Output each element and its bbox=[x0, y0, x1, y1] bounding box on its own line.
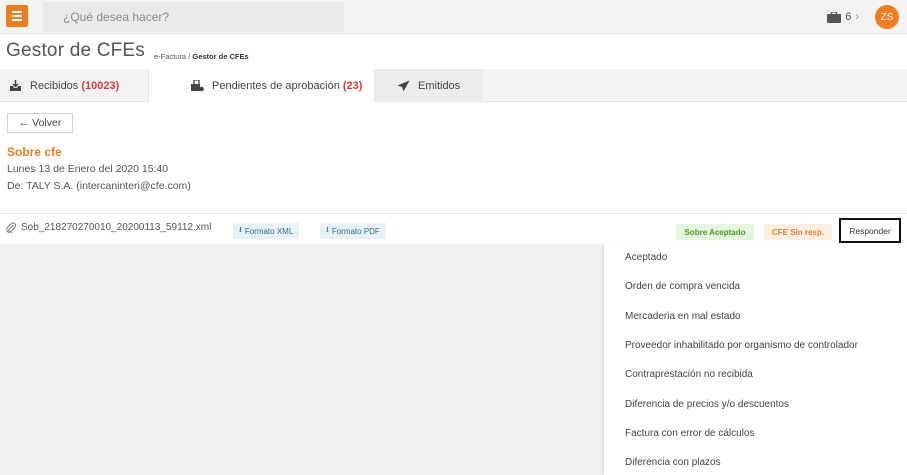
download-icon: ⭳ bbox=[239, 225, 242, 234]
tab-bar: Recibidos (10023) Pendientes de aprobació… bbox=[0, 69, 907, 103]
dropdown-item-aceptado[interactable]: Aceptado bbox=[604, 243, 907, 272]
back-button-label: Volver bbox=[32, 117, 62, 129]
dropdown-item-mercaderia-mal-estado[interactable]: Mercaderia en mal estado bbox=[604, 302, 907, 331]
dropdown-item-proveedor-inhabilitado[interactable]: Proveedor inhabilitado por organismo de … bbox=[604, 331, 907, 360]
tab-pendientes-label: Pendientes de aprobación bbox=[212, 80, 340, 92]
briefcase-button[interactable]: 6 › bbox=[827, 11, 859, 23]
dropdown-item-contraprestacion[interactable]: Contraprestación no recibida bbox=[604, 360, 907, 389]
top-bar: 6 › ZS bbox=[0, 0, 907, 34]
back-button[interactable]: ← Volver bbox=[7, 113, 73, 133]
breadcrumb: e-Factura / Gestor de CFEs bbox=[154, 52, 249, 61]
download-icon: ⭳ bbox=[326, 225, 329, 234]
paper-plane-icon bbox=[397, 80, 410, 91]
tab-pendientes-count: (23) bbox=[342, 80, 363, 92]
search-box[interactable] bbox=[43, 2, 344, 32]
dropdown-item-diferencia-plazos[interactable]: Diferencia con plazos bbox=[604, 448, 907, 475]
paperclip-icon bbox=[6, 222, 16, 233]
download-xml-button[interactable]: ⭳ Formato XML bbox=[233, 223, 300, 239]
page-title: Gestor de CFEs bbox=[6, 40, 146, 61]
download-xml-label: Formato XML bbox=[244, 226, 294, 236]
tab-recibidos[interactable]: Recibidos (10023) bbox=[0, 69, 133, 102]
topbar-right: 6 › ZS bbox=[827, 5, 899, 29]
sobre-sender: De: TALY S.A. (intercaninteri@cfe.com) bbox=[7, 180, 191, 192]
dropdown-item-orden-vencida[interactable]: Orden de compra vencida bbox=[604, 272, 907, 301]
divider bbox=[0, 213, 907, 214]
breadcrumb-current: Gestor de CFEs bbox=[192, 52, 249, 61]
tab-recibidos-count: (10023) bbox=[81, 79, 120, 92]
briefcase-icon bbox=[827, 11, 842, 23]
sobre-date: Lunes 13 de Enero del 2020 15:40 bbox=[7, 163, 169, 175]
download-pdf-label: Formato PDF bbox=[331, 226, 380, 236]
pending-approval-icon bbox=[191, 80, 204, 92]
inbox-download-icon bbox=[10, 79, 21, 91]
chevron-right-icon: › bbox=[855, 11, 859, 23]
download-pdf-button[interactable]: ⭳ Formato PDF bbox=[320, 223, 386, 239]
breadcrumb-root[interactable]: e-Factura bbox=[154, 52, 186, 61]
responder-dropdown: Aceptado Orden de compra vencida Mercade… bbox=[604, 243, 907, 475]
sobre-title: Sobre cfe bbox=[7, 145, 62, 159]
responder-button[interactable]: Responder bbox=[839, 218, 901, 243]
arrow-left-icon: ← bbox=[18, 117, 30, 129]
search-input[interactable] bbox=[43, 2, 344, 32]
cfe-sin-resp-badge: CFE Sin resp. bbox=[764, 224, 832, 240]
tab-emitidos-label: Emitidos bbox=[418, 79, 461, 92]
dropdown-item-diferencia-precios[interactable]: Diferencia de precios y/o descuentos bbox=[604, 389, 907, 418]
briefcase-count: 6 bbox=[845, 11, 852, 23]
avatar[interactable]: ZS bbox=[875, 5, 899, 29]
tab-recibidos-label: Recibidos bbox=[30, 79, 79, 92]
tab-pendientes[interactable]: Pendientes de aprobación (23) bbox=[148, 69, 375, 103]
sobre-aceptado-badge: Sobre Aceptado bbox=[676, 224, 754, 240]
dropdown-item-error-calculos[interactable]: Factura con error de cálculos bbox=[604, 419, 907, 448]
tab-emitidos[interactable]: Emitidos bbox=[375, 69, 482, 102]
attachment-filename[interactable]: Sob_218270270010_20200113_59112.xml bbox=[21, 222, 211, 233]
hamburger-menu-icon[interactable] bbox=[6, 5, 28, 27]
attachment-row: Sob_218270270010_20200113_59112.xml bbox=[6, 222, 211, 233]
